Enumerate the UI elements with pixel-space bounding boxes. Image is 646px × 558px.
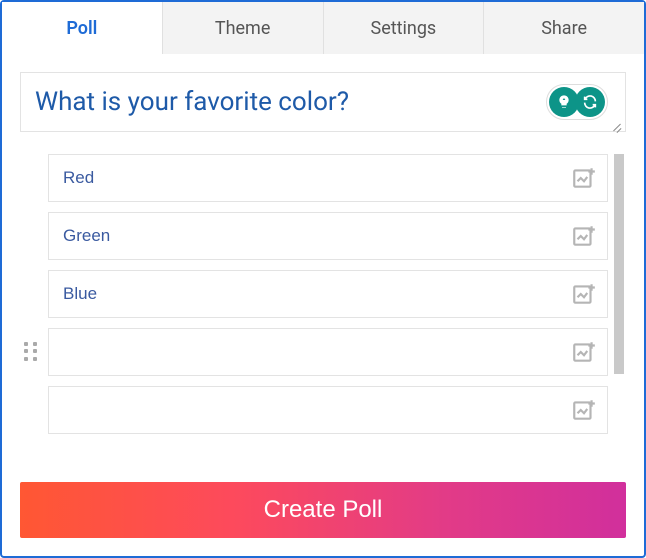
- option-input[interactable]: [63, 400, 571, 420]
- lightbulb-icon: [556, 94, 572, 110]
- regenerate-button[interactable]: [575, 87, 605, 117]
- options-list: [20, 154, 612, 458]
- tab-label: Theme: [215, 18, 271, 39]
- option-input[interactable]: [63, 168, 571, 188]
- create-poll-button[interactable]: Create Poll: [20, 482, 626, 538]
- option-box: [48, 154, 608, 202]
- add-image-icon[interactable]: [571, 223, 597, 249]
- option-row: [48, 386, 608, 434]
- tab-share[interactable]: Share: [484, 2, 644, 54]
- footer: Create Poll: [2, 470, 644, 556]
- tab-bar: Poll Theme Settings Share: [2, 2, 644, 54]
- scrollbar[interactable]: [612, 154, 626, 458]
- option-input[interactable]: [63, 342, 571, 362]
- question-container: [20, 72, 626, 132]
- options-area: [20, 154, 626, 458]
- tab-settings[interactable]: Settings: [324, 2, 485, 54]
- option-input[interactable]: [63, 284, 571, 304]
- drag-handle[interactable]: [24, 342, 40, 362]
- tab-theme[interactable]: Theme: [163, 2, 324, 54]
- ai-tools-pill: [546, 84, 608, 120]
- question-input[interactable]: [20, 72, 626, 132]
- scrollbar-thumb[interactable]: [614, 154, 624, 374]
- poll-builder-window: Poll Theme Settings Share: [0, 0, 646, 558]
- option-row: [48, 270, 608, 318]
- tab-label: Share: [541, 18, 587, 39]
- refresh-icon: [582, 94, 598, 110]
- add-image-icon[interactable]: [571, 397, 597, 423]
- option-box: [48, 270, 608, 318]
- content-area: [2, 54, 644, 470]
- option-row: [48, 212, 608, 260]
- option-row: [48, 154, 608, 202]
- option-input[interactable]: [63, 226, 571, 246]
- tab-label: Poll: [66, 18, 97, 39]
- option-box: [48, 212, 608, 260]
- tab-poll[interactable]: Poll: [2, 2, 163, 54]
- option-box: [48, 386, 608, 434]
- option-row: [48, 328, 608, 376]
- option-box: [48, 328, 608, 376]
- tab-label: Settings: [371, 18, 437, 39]
- add-image-icon[interactable]: [571, 281, 597, 307]
- add-image-icon[interactable]: [571, 165, 597, 191]
- create-poll-label: Create Poll: [264, 496, 383, 523]
- add-image-icon[interactable]: [571, 339, 597, 365]
